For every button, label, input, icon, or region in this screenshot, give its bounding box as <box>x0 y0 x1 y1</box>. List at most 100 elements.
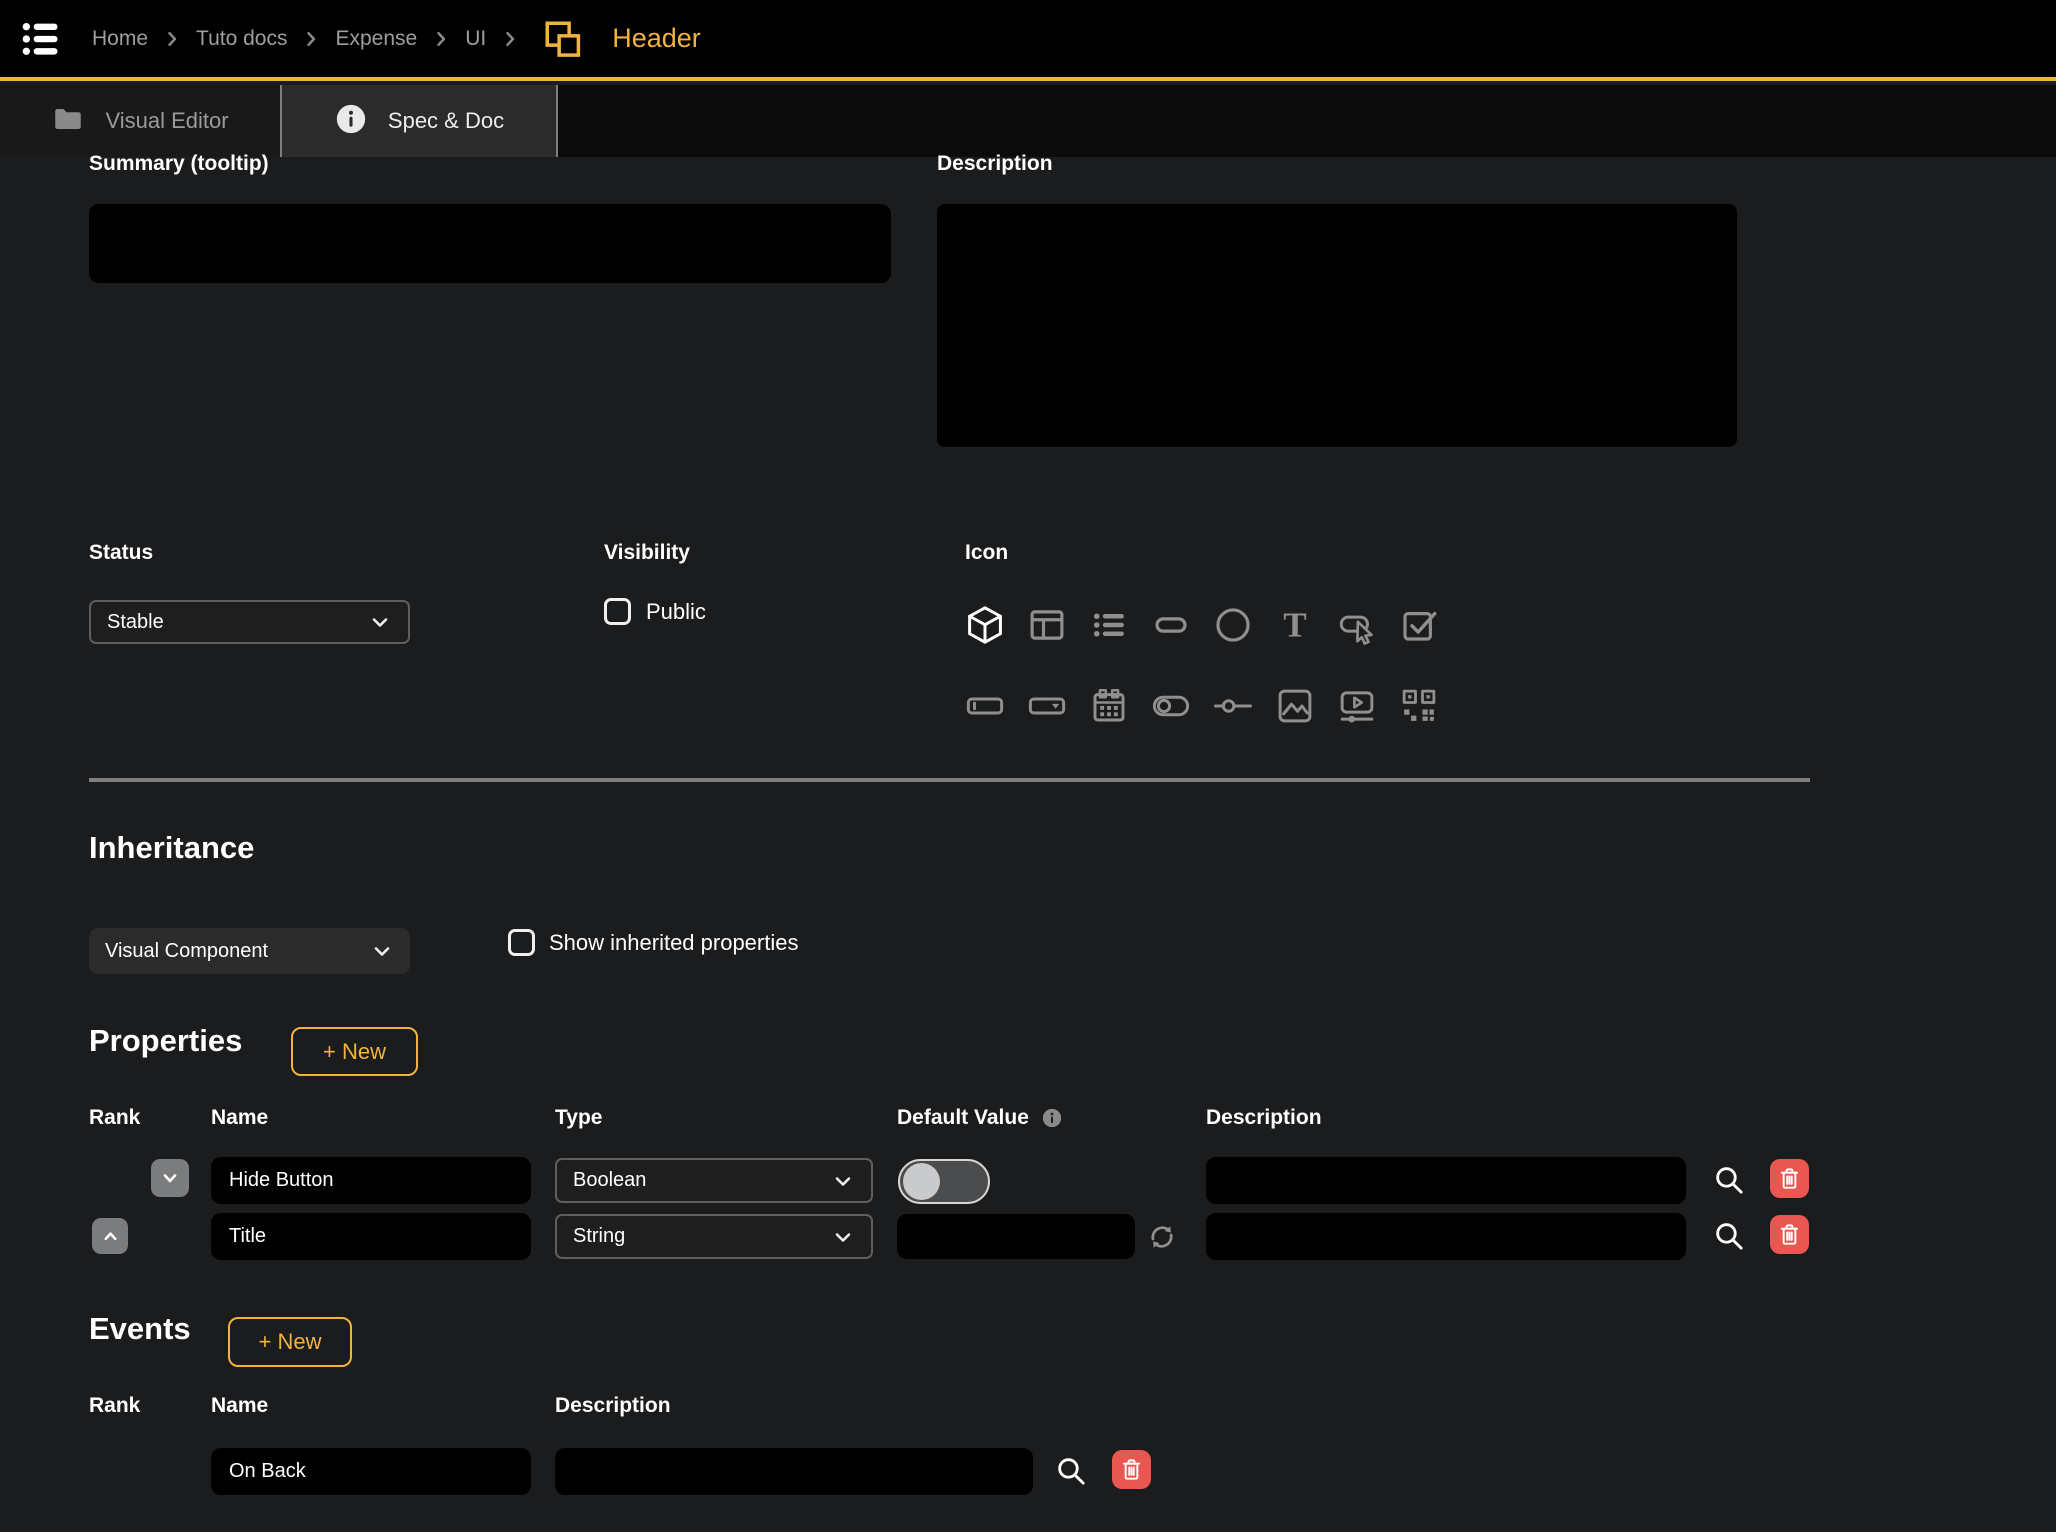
move-rank-down-button[interactable] <box>151 1159 189 1197</box>
circle-icon[interactable] <box>1210 602 1255 647</box>
component-icon <box>542 18 584 60</box>
property-type-select[interactable]: Boolean <box>555 1158 873 1203</box>
properties-col-default-text: Default Value <box>897 1106 1029 1130</box>
description-input[interactable] <box>937 204 1737 447</box>
status-select-value: Stable <box>107 611 164 634</box>
events-col-name: Name <box>211 1394 268 1418</box>
property-name-input[interactable] <box>211 1157 531 1204</box>
box-3d-icon[interactable] <box>962 602 1007 647</box>
image-icon[interactable] <box>1272 683 1317 728</box>
property-type-value: String <box>573 1225 625 1248</box>
default-value-input[interactable] <box>897 1214 1135 1259</box>
slider-icon[interactable] <box>1210 683 1255 728</box>
video-icon[interactable] <box>1334 683 1379 728</box>
new-property-button[interactable]: + New <box>291 1027 418 1076</box>
svg-text:T: T <box>1283 605 1306 644</box>
chevron-down-icon <box>370 939 394 963</box>
search-icon[interactable] <box>1052 1452 1090 1490</box>
icon-picker-row: T <box>962 602 1441 647</box>
top-bar: Home Tuto docs Expense UI Header <box>0 0 2056 81</box>
description-label: Description <box>937 152 1053 176</box>
inheritance-heading: Inheritance <box>89 830 254 866</box>
toggle-icon[interactable] <box>1148 683 1193 728</box>
property-type-value: Boolean <box>573 1169 646 1192</box>
icon-picker-row <box>962 683 1441 728</box>
properties-col-rank: Rank <box>89 1106 140 1130</box>
chevron-down-icon <box>831 1225 855 1249</box>
summary-label: Summary (tooltip) <box>89 152 269 176</box>
events-col-rank: Rank <box>89 1394 140 1418</box>
event-description-input[interactable] <box>555 1448 1033 1495</box>
default-value-toggle[interactable] <box>898 1159 990 1204</box>
event-name-input[interactable] <box>211 1448 531 1495</box>
tab-label: Visual Editor <box>105 108 228 134</box>
properties-heading: Properties <box>89 1023 242 1059</box>
breadcrumb-tuto-docs[interactable]: Tuto docs <box>196 27 287 51</box>
info-icon[interactable] <box>1041 1107 1063 1129</box>
property-type-select[interactable]: String <box>555 1214 873 1259</box>
layout-icon[interactable] <box>1024 602 1069 647</box>
icon-picker-grid: T <box>962 602 1441 728</box>
trash-icon <box>1776 1165 1803 1192</box>
chevron-right-icon <box>301 29 321 49</box>
property-name-input[interactable] <box>211 1213 531 1260</box>
inheritance-parent-value: Visual Component <box>105 940 268 963</box>
chevron-right-icon <box>431 29 451 49</box>
app-window: Home Tuto docs Expense UI Header <box>0 0 2056 1532</box>
property-description-input[interactable] <box>1206 1157 1686 1204</box>
property-description-input[interactable] <box>1206 1213 1686 1260</box>
tab-spec-doc[interactable]: Spec & Doc <box>280 85 558 157</box>
chevron-up-icon <box>99 1225 122 1248</box>
info-icon <box>334 102 368 141</box>
calendar-icon[interactable] <box>1086 683 1131 728</box>
trash-icon <box>1776 1221 1803 1248</box>
search-icon[interactable] <box>1710 1161 1748 1199</box>
qr-code-icon[interactable] <box>1396 683 1441 728</box>
delete-property-button[interactable] <box>1770 1159 1809 1198</box>
show-inherited-label: Show inherited properties <box>549 930 798 956</box>
refresh-icon[interactable] <box>1143 1218 1181 1256</box>
search-icon[interactable] <box>1710 1217 1748 1255</box>
chevron-right-icon <box>500 29 520 49</box>
chevron-right-icon <box>162 29 182 49</box>
show-inherited-checkbox[interactable] <box>508 929 535 956</box>
chevron-down-icon <box>368 610 392 634</box>
icon-label: Icon <box>965 541 1008 565</box>
summary-input[interactable] <box>89 204 891 283</box>
delete-event-button[interactable] <box>1112 1450 1151 1489</box>
tab-label: Spec & Doc <box>388 108 504 134</box>
list-icon[interactable] <box>1086 602 1131 647</box>
text-input-icon[interactable] <box>962 683 1007 728</box>
properties-col-type: Type <box>555 1106 602 1130</box>
button-icon[interactable] <box>1148 602 1193 647</box>
public-checkbox[interactable] <box>604 598 631 625</box>
breadcrumb-home[interactable]: Home <box>92 27 148 51</box>
chevron-down-icon <box>831 1169 855 1193</box>
status-label: Status <box>89 541 153 565</box>
dropdown-icon[interactable] <box>1024 683 1069 728</box>
public-checkbox-label: Public <box>646 599 706 625</box>
inheritance-parent-select[interactable]: Visual Component <box>89 928 410 974</box>
text-icon[interactable]: T <box>1272 602 1317 647</box>
delete-property-button[interactable] <box>1770 1215 1809 1254</box>
properties-col-default: Default Value <box>897 1106 1063 1130</box>
breadcrumb-ui[interactable]: UI <box>465 27 486 51</box>
checkbox-icon[interactable] <box>1396 602 1441 647</box>
breadcrumb-expense[interactable]: Expense <box>335 27 417 51</box>
cursor-click-icon[interactable] <box>1334 602 1379 647</box>
new-event-button[interactable]: + New <box>228 1317 352 1367</box>
toggle-knob <box>903 1163 940 1200</box>
menu-list-icon[interactable] <box>18 16 64 62</box>
move-rank-up-button[interactable] <box>92 1218 128 1254</box>
folder-icon <box>51 102 85 141</box>
events-col-description: Description <box>555 1394 671 1418</box>
properties-col-name: Name <box>211 1106 268 1130</box>
breadcrumb: Home Tuto docs Expense UI Header <box>92 18 701 60</box>
section-divider <box>89 778 1810 782</box>
tab-strip: Visual Editor Spec & Doc <box>0 85 2056 157</box>
status-select[interactable]: Stable <box>89 600 410 644</box>
chevron-down-icon <box>158 1166 182 1190</box>
trash-icon <box>1118 1456 1145 1483</box>
tab-visual-editor[interactable]: Visual Editor <box>0 85 280 157</box>
events-heading: Events <box>89 1311 191 1347</box>
